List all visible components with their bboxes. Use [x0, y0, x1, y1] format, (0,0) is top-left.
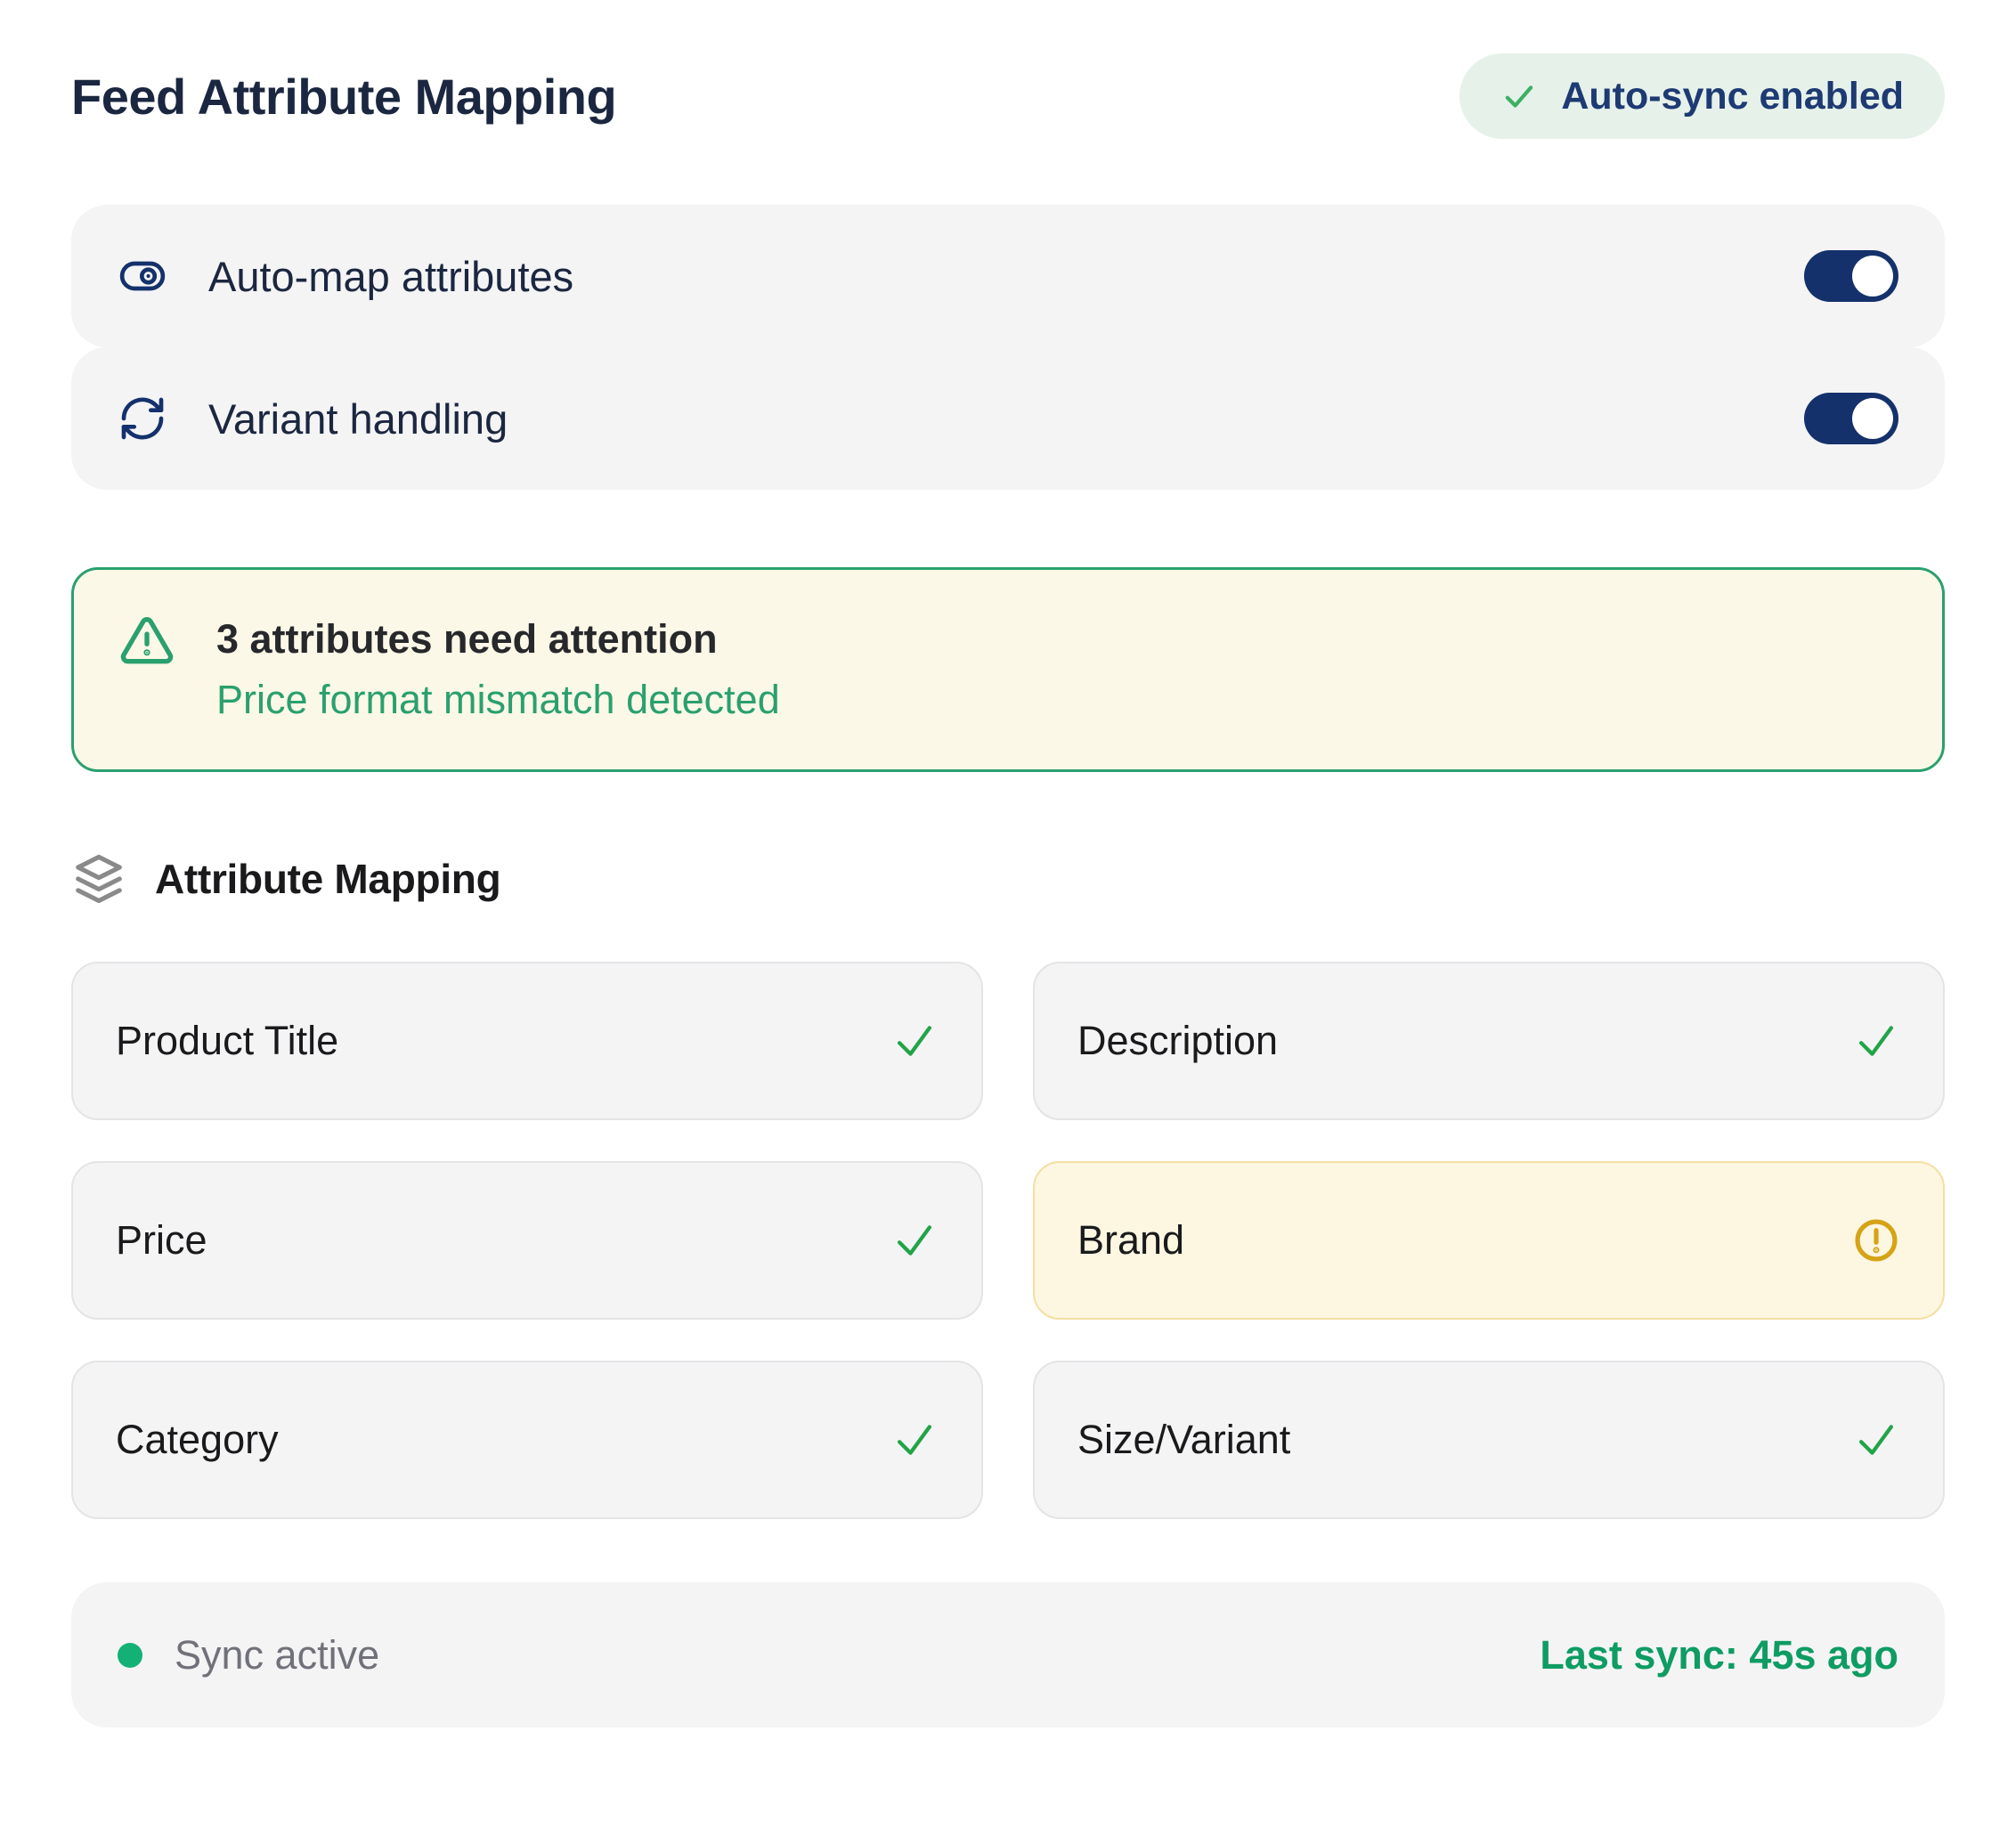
attention-alert: 3 attributes need attention Price format… — [71, 567, 1945, 772]
warning-triangle-icon — [118, 613, 175, 670]
attribute-card-brand[interactable]: Brand — [1033, 1161, 1945, 1320]
variant-handling-row: Variant handling — [71, 347, 1945, 490]
attribute-label: Size/Variant — [1077, 1417, 1290, 1463]
sync-active-dot-icon — [118, 1643, 142, 1668]
check-icon — [890, 1416, 939, 1464]
alert-text: 3 attributes need attention Price format… — [216, 616, 780, 723]
auto-map-attributes-toggle[interactable] — [1804, 250, 1898, 302]
variant-handling-label: Variant handling — [208, 394, 508, 443]
check-icon — [890, 1216, 939, 1264]
refresh-icon — [118, 394, 167, 443]
attribute-mapping-section-header: Attribute Mapping — [71, 850, 1945, 907]
row-left: Auto-map attributes — [118, 251, 573, 301]
attribute-label: Price — [116, 1217, 207, 1264]
attribute-label: Brand — [1077, 1217, 1184, 1264]
attribute-label: Description — [1077, 1018, 1278, 1064]
alert-title: 3 attributes need attention — [216, 616, 780, 662]
check-icon — [890, 1017, 939, 1065]
attribute-card-size-variant[interactable]: Size/Variant — [1033, 1361, 1945, 1519]
attribute-card-description[interactable]: Description — [1033, 962, 1945, 1120]
check-icon — [1852, 1017, 1900, 1065]
attribute-label: Product Title — [116, 1018, 338, 1064]
feed-attribute-mapping-panel: Feed Attribute Mapping Auto-sync enabled… — [0, 0, 2016, 1845]
sync-status: Sync active — [118, 1632, 379, 1678]
toggle-knob — [1852, 398, 1893, 439]
sync-status-bar: Sync active Last sync: 45s ago — [71, 1582, 1945, 1727]
last-sync-label: Last sync: 45s ago — [1540, 1632, 1898, 1678]
check-icon — [1500, 77, 1538, 115]
row-left: Variant handling — [118, 394, 508, 443]
sync-status-label: Sync active — [175, 1632, 379, 1678]
alert-message: Price format mismatch detected — [216, 677, 780, 723]
toggle-knob — [1852, 256, 1893, 297]
auto-map-attributes-label: Auto-map attributes — [208, 252, 573, 301]
header: Feed Attribute Mapping Auto-sync enabled — [71, 53, 1945, 139]
attribute-card-product-title[interactable]: Product Title — [71, 962, 983, 1120]
check-icon — [1852, 1416, 1900, 1464]
alert-circle-icon — [1852, 1216, 1900, 1264]
layers-icon — [71, 851, 126, 906]
page-title: Feed Attribute Mapping — [71, 68, 616, 126]
badge-label: Auto-sync enabled — [1561, 75, 1904, 118]
auto-sync-status-badge: Auto-sync enabled — [1459, 53, 1945, 139]
section-title: Attribute Mapping — [155, 855, 500, 903]
attribute-label: Category — [116, 1417, 279, 1463]
attribute-grid: Product Title Description Price Brand Ca… — [71, 962, 1945, 1519]
attribute-card-price[interactable]: Price — [71, 1161, 983, 1320]
variant-handling-toggle[interactable] — [1804, 393, 1898, 444]
auto-map-attributes-row: Auto-map attributes — [71, 205, 1945, 347]
toggle-icon — [118, 251, 167, 301]
attribute-card-category[interactable]: Category — [71, 1361, 983, 1519]
